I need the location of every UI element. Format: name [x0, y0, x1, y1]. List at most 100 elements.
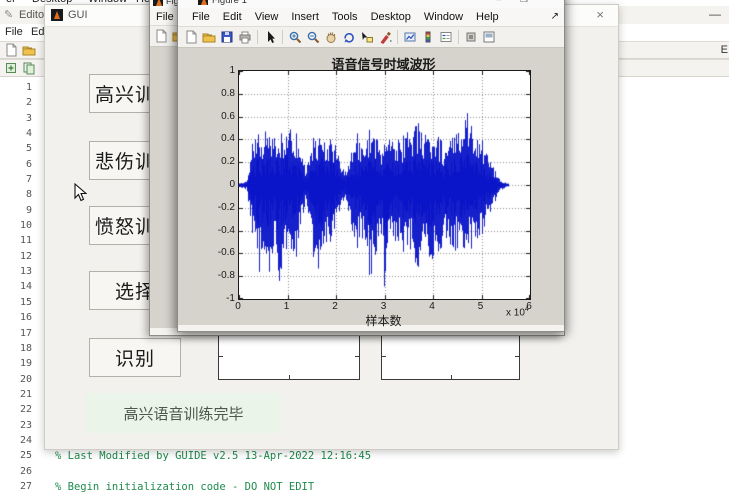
figure-toolbar — [178, 26, 564, 48]
code-comment-line-25[interactable]: % Last Modified by GUIDE v2.5 13-Apr-202… — [55, 450, 371, 462]
figure-menu-file[interactable]: File — [192, 11, 210, 23]
gui-title: GUI — [68, 9, 88, 21]
plot-axes — [238, 70, 531, 300]
y-tick-label: -0.6 — [217, 247, 235, 259]
cursor-icon[interactable] — [262, 29, 278, 45]
line-number: 19 — [19, 358, 32, 370]
line-number: 21 — [19, 388, 32, 400]
matlab-icon — [153, 0, 163, 6]
figure-menu-insert[interactable]: Insert — [291, 11, 319, 23]
line-number: 5 — [25, 143, 32, 155]
zoom-out-icon[interactable] — [305, 29, 321, 45]
window-control-icons[interactable]: – ❐ — [496, 0, 536, 5]
line-number: 14 — [19, 281, 32, 293]
line-number: 23 — [19, 419, 32, 431]
figure-menu-tools[interactable]: Tools — [332, 11, 358, 23]
rotate-3d-icon[interactable] — [341, 29, 357, 45]
figure-window: Figure 1 – ❐ File Edit View Insert Tools Desk… — [177, 0, 565, 332]
x-tick-label: 4 — [429, 301, 435, 312]
line-number: 18 — [19, 342, 32, 354]
desktop: erDesktopWindowHelp ✎ Editor - — FileEdi… — [0, 0, 729, 500]
y-tick-label: -0.4 — [217, 224, 235, 236]
right-toolbar-button-fragment[interactable]: E — [721, 44, 728, 56]
figure-menu-view[interactable]: View — [255, 11, 279, 23]
insert-colorbar-icon[interactable] — [420, 29, 436, 45]
figure-titlebar[interactable]: Figure 1 – ❐ — [178, 0, 564, 8]
gui-axes-empty-2 — [381, 331, 520, 380]
open-folder-icon[interactable] — [201, 29, 217, 45]
close-icon[interactable]: × — [596, 7, 604, 22]
x-tick-label: 1 — [283, 301, 290, 312]
waveform-canvas — [239, 71, 530, 299]
code-comment-line-27[interactable]: % Begin initialization code - DO NOT EDI… — [55, 481, 314, 493]
pan-icon[interactable] — [323, 29, 339, 45]
insert-legend-icon[interactable] — [438, 29, 454, 45]
line-number: 24 — [19, 434, 32, 446]
insert-cell-icon[interactable] — [21, 60, 37, 76]
y-tick-label: 1 — [229, 65, 235, 76]
line-number: 6 — [25, 158, 32, 170]
status-label: 高兴语音训练完毕 — [86, 393, 281, 433]
matlab-icon — [198, 0, 208, 5]
y-tick-label: 0 — [229, 179, 235, 190]
figure-menu-edit[interactable]: Edit — [223, 11, 242, 23]
y-tick-label: -0.2 — [217, 201, 235, 213]
x-tick-label: 0 — [235, 301, 241, 312]
line-number: 25 — [19, 450, 32, 462]
x-tick-label: 5 — [477, 301, 484, 312]
recognize-button[interactable]: 识别 — [89, 338, 181, 377]
line-number: 17 — [19, 327, 32, 339]
editor-icon: ✎ — [4, 9, 14, 21]
toolbar-separator — [257, 30, 258, 44]
x-tick-label: 2 — [332, 301, 338, 312]
figure-menubar: File Edit View Insert Tools Desktop Window Help… — [178, 8, 564, 26]
line-number: 22 — [19, 404, 32, 416]
figure-content: 语音信号时域波形 1 0.8 0.6 0.4 0.2 0 -0.2 -0.4 -0.6 -0.8-… — [178, 48, 564, 328]
data-cursor-icon[interactable] — [359, 29, 375, 45]
print-icon[interactable] — [237, 29, 253, 45]
y-tick-label: 0.6 — [221, 110, 235, 122]
line-number: 7 — [25, 174, 32, 186]
zoom-in-icon[interactable] — [287, 29, 303, 45]
open-folder-icon[interactable] — [21, 42, 37, 58]
figure-menu-desktop[interactable]: Desktop — [371, 11, 411, 23]
line-number: 20 — [19, 373, 32, 385]
figure-menu-help[interactable]: Help — [476, 11, 499, 23]
line-number: 4 — [25, 128, 32, 140]
line-number: 11 — [19, 235, 32, 247]
main-menu-item-er[interactable]: er — [6, 0, 16, 5]
maximize-icon[interactable] — [481, 29, 497, 45]
line-number: 10 — [19, 220, 32, 232]
x-tick-label: 3 — [380, 301, 387, 312]
brush-icon[interactable] — [377, 29, 393, 45]
overflow-arrow-icon: ↗ — [550, 11, 559, 22]
line-number: 12 — [19, 250, 32, 262]
minimize-icon[interactable]: — — [709, 7, 721, 21]
figure-menu-window[interactable]: Window — [424, 11, 463, 23]
new-file-icon[interactable] — [3, 42, 19, 58]
line-number: 15 — [19, 296, 32, 308]
line-number: 26 — [19, 465, 32, 477]
line-number: 8 — [25, 189, 32, 201]
gui-axes-empty-1 — [218, 331, 360, 380]
toolbar-separator — [458, 30, 459, 44]
dock-icon[interactable] — [463, 29, 479, 45]
line-number: 1 — [25, 82, 32, 93]
editor-menu-file[interactable]: File — [5, 26, 23, 38]
figure-title: Figure 1 — [212, 0, 247, 6]
line-number: 2 — [25, 97, 32, 109]
x-axis-label: 样本数 — [365, 314, 402, 328]
line-number: 9 — [25, 204, 32, 216]
matlab-icon — [51, 9, 63, 21]
save-icon[interactable] — [219, 29, 235, 45]
new-section-icon[interactable] — [3, 60, 19, 76]
line-number-gutter: 1 2 3 4 5 6 7 8 9 10 11 12 13 14 15 16 17 18 19 20 21 22 23 24 2… — [0, 80, 38, 494]
y-tick-label: 0.2 — [221, 156, 235, 168]
line-number: 27 — [19, 480, 32, 492]
new-file-icon[interactable] — [183, 29, 199, 45]
line-number: 13 — [19, 266, 32, 278]
link-plots-icon[interactable] — [402, 29, 418, 45]
y-tick-label: 0.4 — [221, 133, 235, 145]
toolbar-separator — [282, 30, 283, 44]
new-file-icon[interactable] — [153, 28, 169, 44]
